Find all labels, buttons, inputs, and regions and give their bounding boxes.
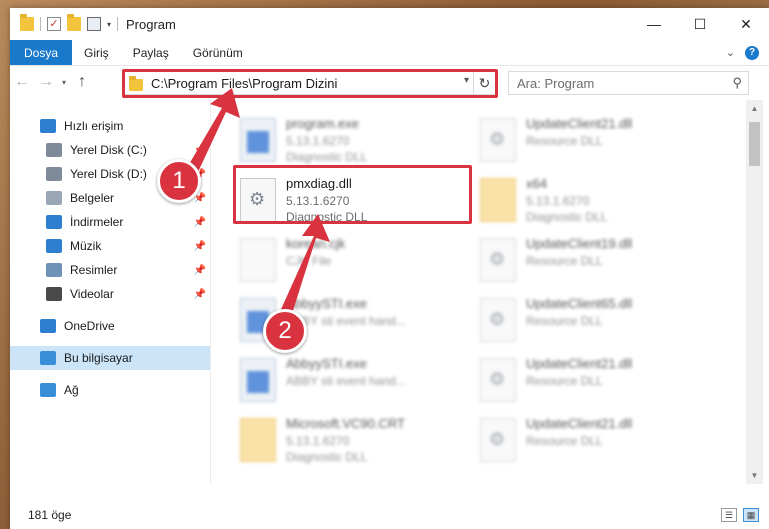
step-badge-1: 1 <box>157 159 201 203</box>
step-badge-2: 2 <box>263 309 307 353</box>
annotation-arrows <box>188 88 330 320</box>
arrow-1-icon <box>188 88 240 172</box>
arrow-2-icon <box>278 214 330 320</box>
